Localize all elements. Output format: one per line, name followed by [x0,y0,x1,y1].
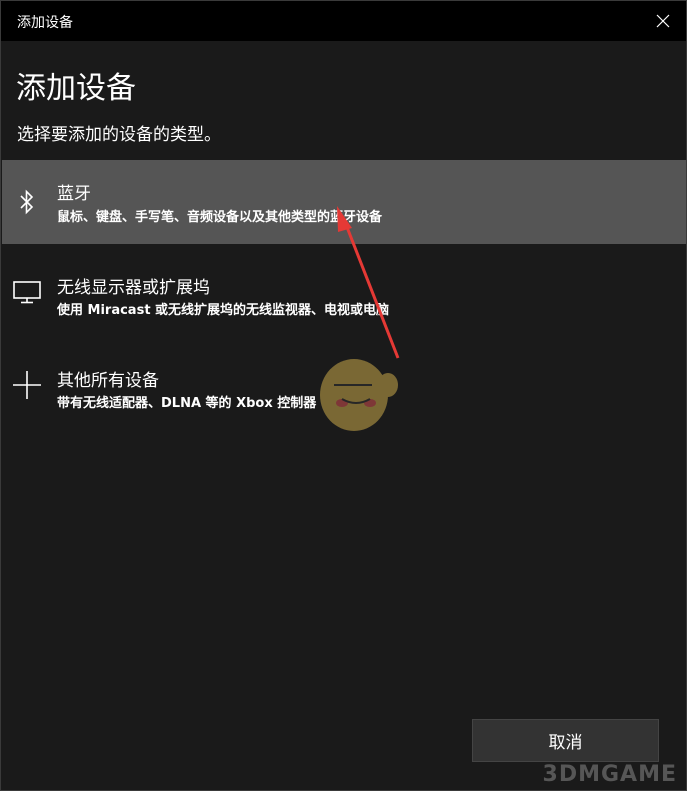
option-title: 其他所有设备 [57,371,159,391]
monitor-icon [12,277,42,307]
plus-icon [12,370,42,400]
close-button[interactable] [640,1,686,41]
window-title: 添加设备 [17,15,73,31]
cancel-button[interactable]: 取消 [472,719,659,762]
close-icon [656,14,670,28]
bluetooth-icon [12,187,42,217]
title-bar: 添加设备 [1,1,686,41]
option-wireless-display[interactable]: 无线显示器或扩展坞 使用 Miracast 或无线扩展坞的无线监视器、电视或电脑 [2,253,686,337]
page-title: 添加设备 [16,71,136,106]
option-title: 无线显示器或扩展坞 [57,278,210,298]
option-bluetooth[interactable]: 蓝牙 鼠标、键盘、手写笔、音频设备以及其他类型的蓝牙设备 [2,160,686,244]
mascot-watermark [320,359,398,431]
option-description: 鼠标、键盘、手写笔、音频设备以及其他类型的蓝牙设备 [57,210,383,225]
option-title: 蓝牙 [57,184,91,204]
option-description: 使用 Miracast 或无线扩展坞的无线监视器、电视或电脑 [57,303,390,318]
page-subtitle: 选择要添加的设备的类型。 [17,125,221,145]
option-description: 带有无线适配器、DLNA 等的 Xbox 控制器 [57,396,317,411]
watermark-text: 3DMGAME [542,762,677,787]
